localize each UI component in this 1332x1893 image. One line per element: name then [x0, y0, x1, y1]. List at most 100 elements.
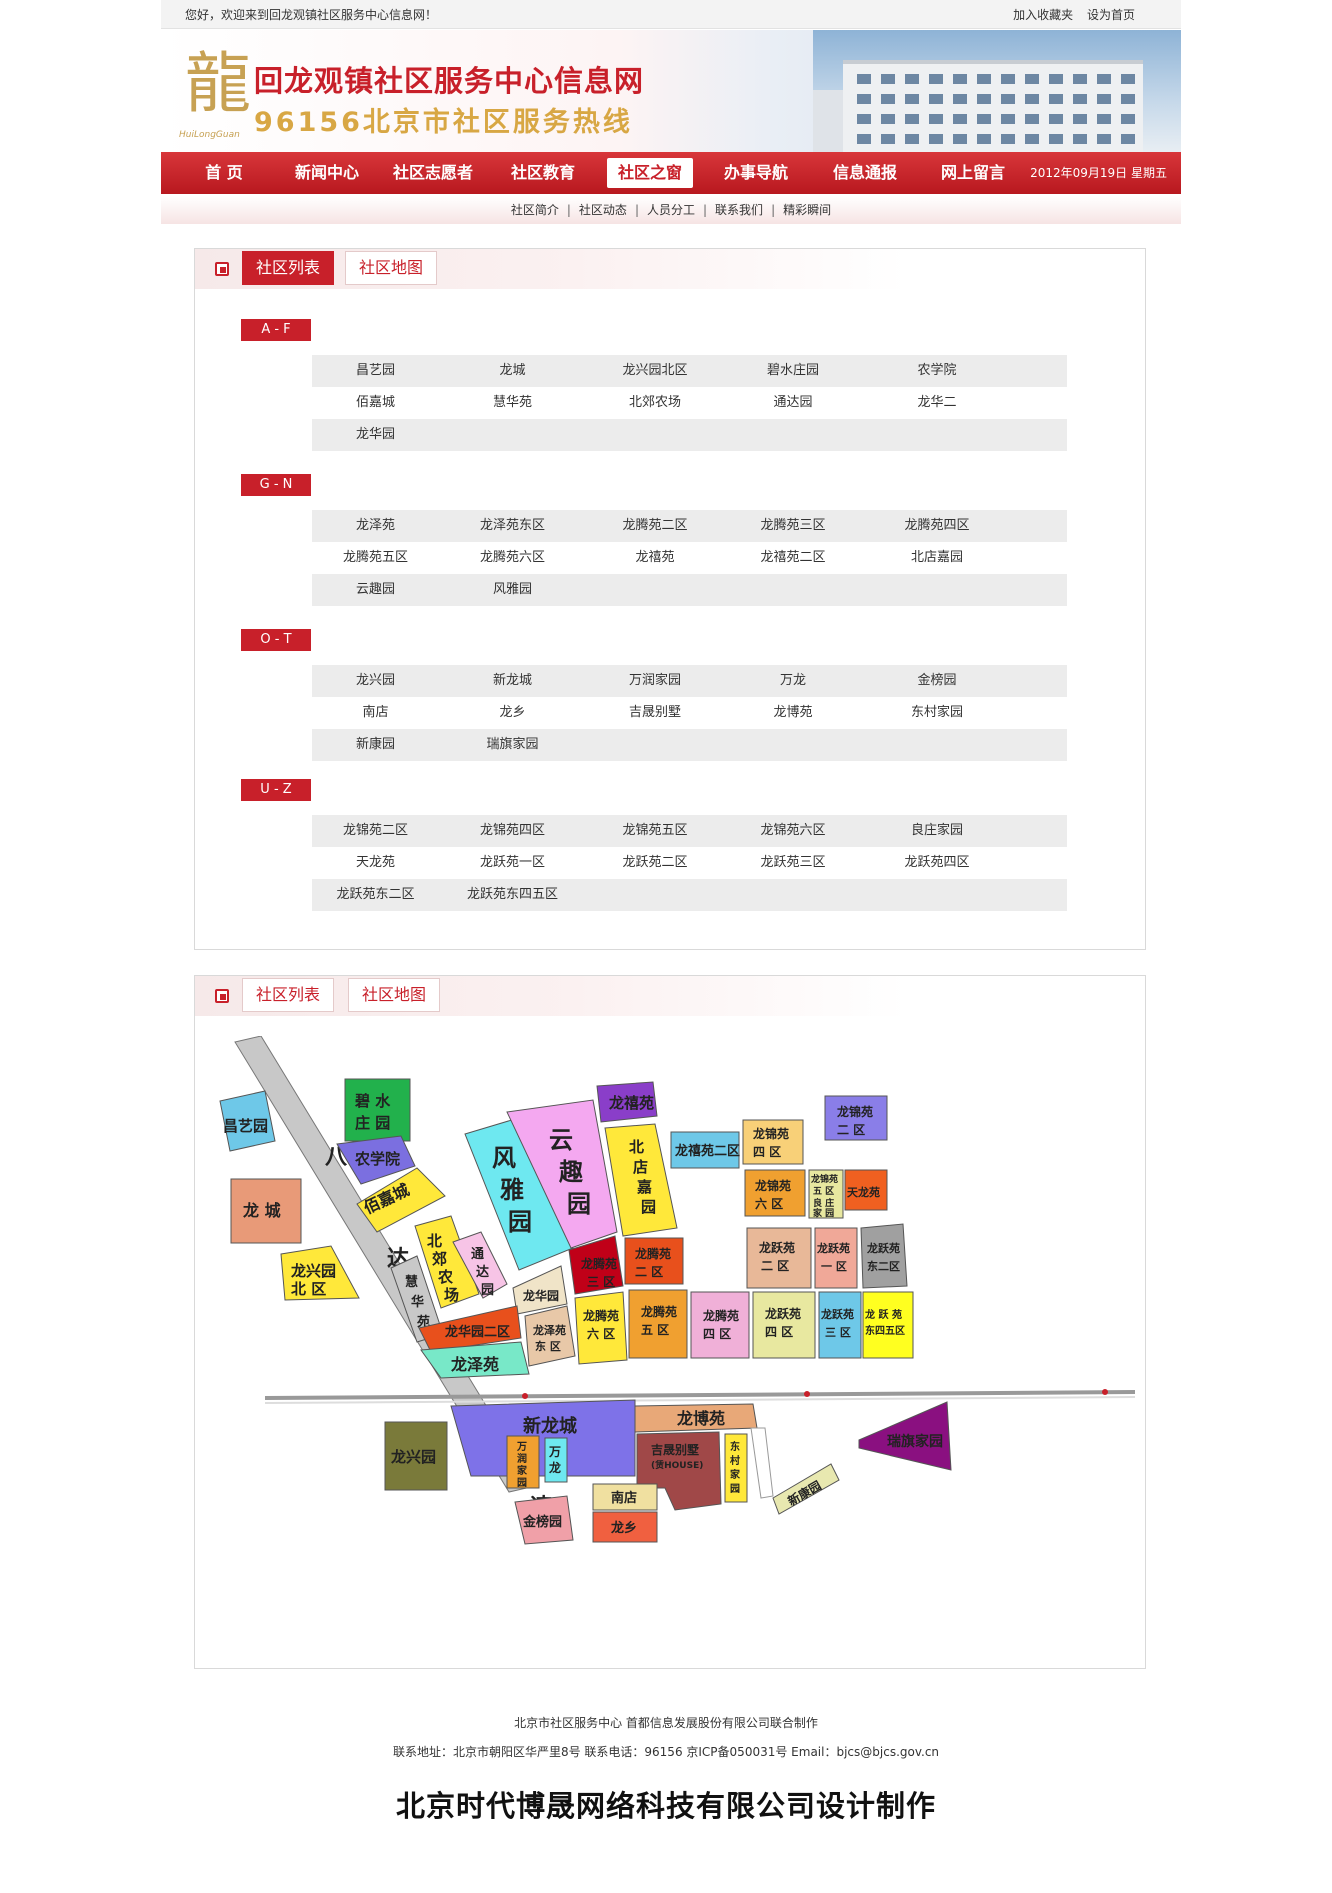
- area-longteng6[interactable]: 龙腾苑 六 区: [574, 1291, 628, 1365]
- area-wanlong[interactable]: 万 龙: [544, 1437, 568, 1483]
- nav-item[interactable]: 社区志愿者: [383, 152, 483, 194]
- nav-item[interactable]: 网上留言: [927, 152, 1019, 194]
- subnav-item[interactable]: 联系我们: [707, 203, 771, 217]
- area-longhua[interactable]: 龙华园: [512, 1265, 568, 1315]
- area-longxing[interactable]: 龙兴园: [384, 1421, 448, 1491]
- community-link[interactable]: 龙泽苑: [312, 510, 439, 542]
- community-link[interactable]: 瑞旗家园: [439, 729, 586, 761]
- community-link[interactable]: 龙华二: [862, 387, 1012, 419]
- area-changyi[interactable]: 昌艺园: [219, 1090, 276, 1152]
- tab-community-map[interactable]: 社区地图: [345, 251, 438, 285]
- area-longyue1[interactable]: 龙跃苑 一 区: [814, 1227, 858, 1289]
- area-longjin6[interactable]: 龙锦苑 六 区: [744, 1169, 806, 1217]
- area-wanrun[interactable]: 万 润 家 园: [506, 1435, 540, 1489]
- area-ruiqi[interactable]: 瑞旗家园: [858, 1401, 952, 1471]
- community-link[interactable]: 农学院: [862, 355, 1012, 387]
- community-link[interactable]: 天龙苑: [312, 847, 439, 879]
- community-link[interactable]: 龙跃苑三区: [724, 847, 862, 879]
- community-link[interactable]: 龙跃苑东二区: [312, 879, 439, 911]
- set-homepage-link[interactable]: 设为首页: [1087, 8, 1135, 22]
- area-longyuedong45[interactable]: 龙 跃 苑 东四五区: [862, 1291, 914, 1359]
- community-link[interactable]: 龙博苑: [724, 697, 862, 729]
- community-link[interactable]: 南店: [312, 697, 439, 729]
- area-xinkang[interactable]: 新康园: [772, 1463, 840, 1515]
- subnav-item[interactable]: 社区动态: [571, 203, 635, 217]
- area-longjin5[interactable]: 龙锦苑 五 区 良 庄 家 园: [808, 1169, 844, 1219]
- community-link[interactable]: 金榜园: [862, 665, 1012, 697]
- community-link[interactable]: 龙华园: [312, 419, 439, 451]
- community-link[interactable]: 北店嘉园: [862, 542, 1012, 574]
- community-link[interactable]: 龙腾苑六区: [439, 542, 586, 574]
- community-link[interactable]: 龙腾苑五区: [312, 542, 439, 574]
- community-link[interactable]: 龙泽苑东区: [439, 510, 586, 542]
- nav-item[interactable]: 新闻中心: [281, 152, 373, 194]
- community-link[interactable]: 万润家园: [586, 665, 724, 697]
- nav-item[interactable]: 信息通报: [819, 152, 911, 194]
- area-longxiang[interactable]: 龙乡: [592, 1511, 658, 1543]
- subnav-item[interactable]: 人员分工: [639, 203, 703, 217]
- community-link[interactable]: 龙兴园北区: [586, 355, 724, 387]
- community-link[interactable]: 佰嘉城: [312, 387, 439, 419]
- area-xinlong[interactable]: 新龙城: [450, 1399, 636, 1477]
- community-link[interactable]: 龙跃苑东四五区: [439, 879, 586, 911]
- area-longteng2[interactable]: 龙腾苑 二 区: [624, 1237, 684, 1285]
- area-longyue3[interactable]: 龙跃苑 三 区: [818, 1291, 862, 1359]
- nav-item[interactable]: 社区之窗: [607, 158, 693, 188]
- community-link[interactable]: 慧华苑: [439, 387, 586, 419]
- nav-item[interactable]: 首 页: [189, 152, 259, 194]
- community-link[interactable]: 龙腾苑四区: [862, 510, 1012, 542]
- community-link[interactable]: 新康园: [312, 729, 439, 761]
- community-link[interactable]: 新龙城: [439, 665, 586, 697]
- community-link[interactable]: 龙锦苑六区: [724, 815, 862, 847]
- area-longteng5[interactable]: 龙腾苑 五 区: [628, 1289, 688, 1359]
- add-favorite-link[interactable]: 加入收藏夹: [1013, 8, 1073, 22]
- area-tianlong[interactable]: 天龙苑: [844, 1169, 888, 1211]
- nav-item[interactable]: 社区教育: [495, 152, 591, 194]
- area-longyuedong2[interactable]: 龙跃苑 东二区: [860, 1223, 908, 1289]
- area-longcheng[interactable]: 龙 城: [230, 1178, 302, 1244]
- area-longxi2[interactable]: 龙禧苑二区: [670, 1131, 740, 1169]
- tab-community-list[interactable]: 社区列表: [242, 251, 335, 285]
- community-link[interactable]: 万龙: [724, 665, 862, 697]
- community-link[interactable]: 龙腾苑二区: [586, 510, 724, 542]
- community-link[interactable]: 龙跃苑四区: [862, 847, 1012, 879]
- community-link[interactable]: 龙乡: [439, 697, 586, 729]
- area-longbo[interactable]: 龙博苑: [634, 1403, 758, 1433]
- community-link[interactable]: 龙腾苑三区: [724, 510, 862, 542]
- area-bishui[interactable]: 碧 水 庄 园: [344, 1078, 411, 1142]
- dragon-logo[interactable]: 龍: [185, 44, 251, 140]
- area-longjin4[interactable]: 龙锦苑 四 区: [742, 1119, 804, 1165]
- community-link[interactable]: 云趣园: [312, 574, 439, 606]
- area-longyue4[interactable]: 龙跃苑 四 区: [752, 1291, 816, 1359]
- community-link[interactable]: 龙兴园: [312, 665, 439, 697]
- community-link[interactable]: 龙锦苑四区: [439, 815, 586, 847]
- tab-community-map[interactable]: 社区地图: [348, 978, 441, 1012]
- tab-community-list[interactable]: 社区列表: [242, 978, 335, 1012]
- community-link[interactable]: 龙城: [439, 355, 586, 387]
- community-link[interactable]: 龙跃苑一区: [439, 847, 586, 879]
- subnav-item[interactable]: 社区简介: [503, 203, 567, 217]
- nav-item[interactable]: 办事导航: [709, 152, 803, 194]
- area-longyue2[interactable]: 龙跃苑 二 区: [746, 1227, 812, 1289]
- community-link[interactable]: 龙禧苑: [586, 542, 724, 574]
- community-link[interactable]: 良庄家园: [862, 815, 1012, 847]
- community-link[interactable]: 通达园: [724, 387, 862, 419]
- community-link[interactable]: 龙锦苑五区: [586, 815, 724, 847]
- area-nandian[interactable]: 南店: [592, 1483, 658, 1511]
- area-jinbang[interactable]: 金榜园: [514, 1495, 574, 1545]
- community-link[interactable]: 昌艺园: [312, 355, 439, 387]
- area-longjin2[interactable]: 龙锦苑 二 区: [824, 1095, 888, 1141]
- community-link[interactable]: 风雅园: [439, 574, 586, 606]
- area-longteng4[interactable]: 龙腾苑 四 区: [690, 1291, 750, 1359]
- area-longxingbei[interactable]: 龙兴园 北 区: [280, 1245, 360, 1301]
- community-link[interactable]: 北郊农场: [586, 387, 724, 419]
- area-beidian[interactable]: 北 店 嘉 园: [604, 1123, 678, 1237]
- community-link[interactable]: 龙禧苑二区: [724, 542, 862, 574]
- area-longzedong[interactable]: 龙泽苑 东 区: [524, 1305, 576, 1367]
- community-link[interactable]: 吉晟别墅: [586, 697, 724, 729]
- area-longxi[interactable]: 龙禧苑: [596, 1081, 658, 1123]
- area-dongcun[interactable]: 东 村 家 园: [724, 1433, 748, 1503]
- community-link[interactable]: 龙锦苑二区: [312, 815, 439, 847]
- subnav-item[interactable]: 精彩瞬间: [775, 203, 839, 217]
- community-link[interactable]: 龙跃苑二区: [586, 847, 724, 879]
